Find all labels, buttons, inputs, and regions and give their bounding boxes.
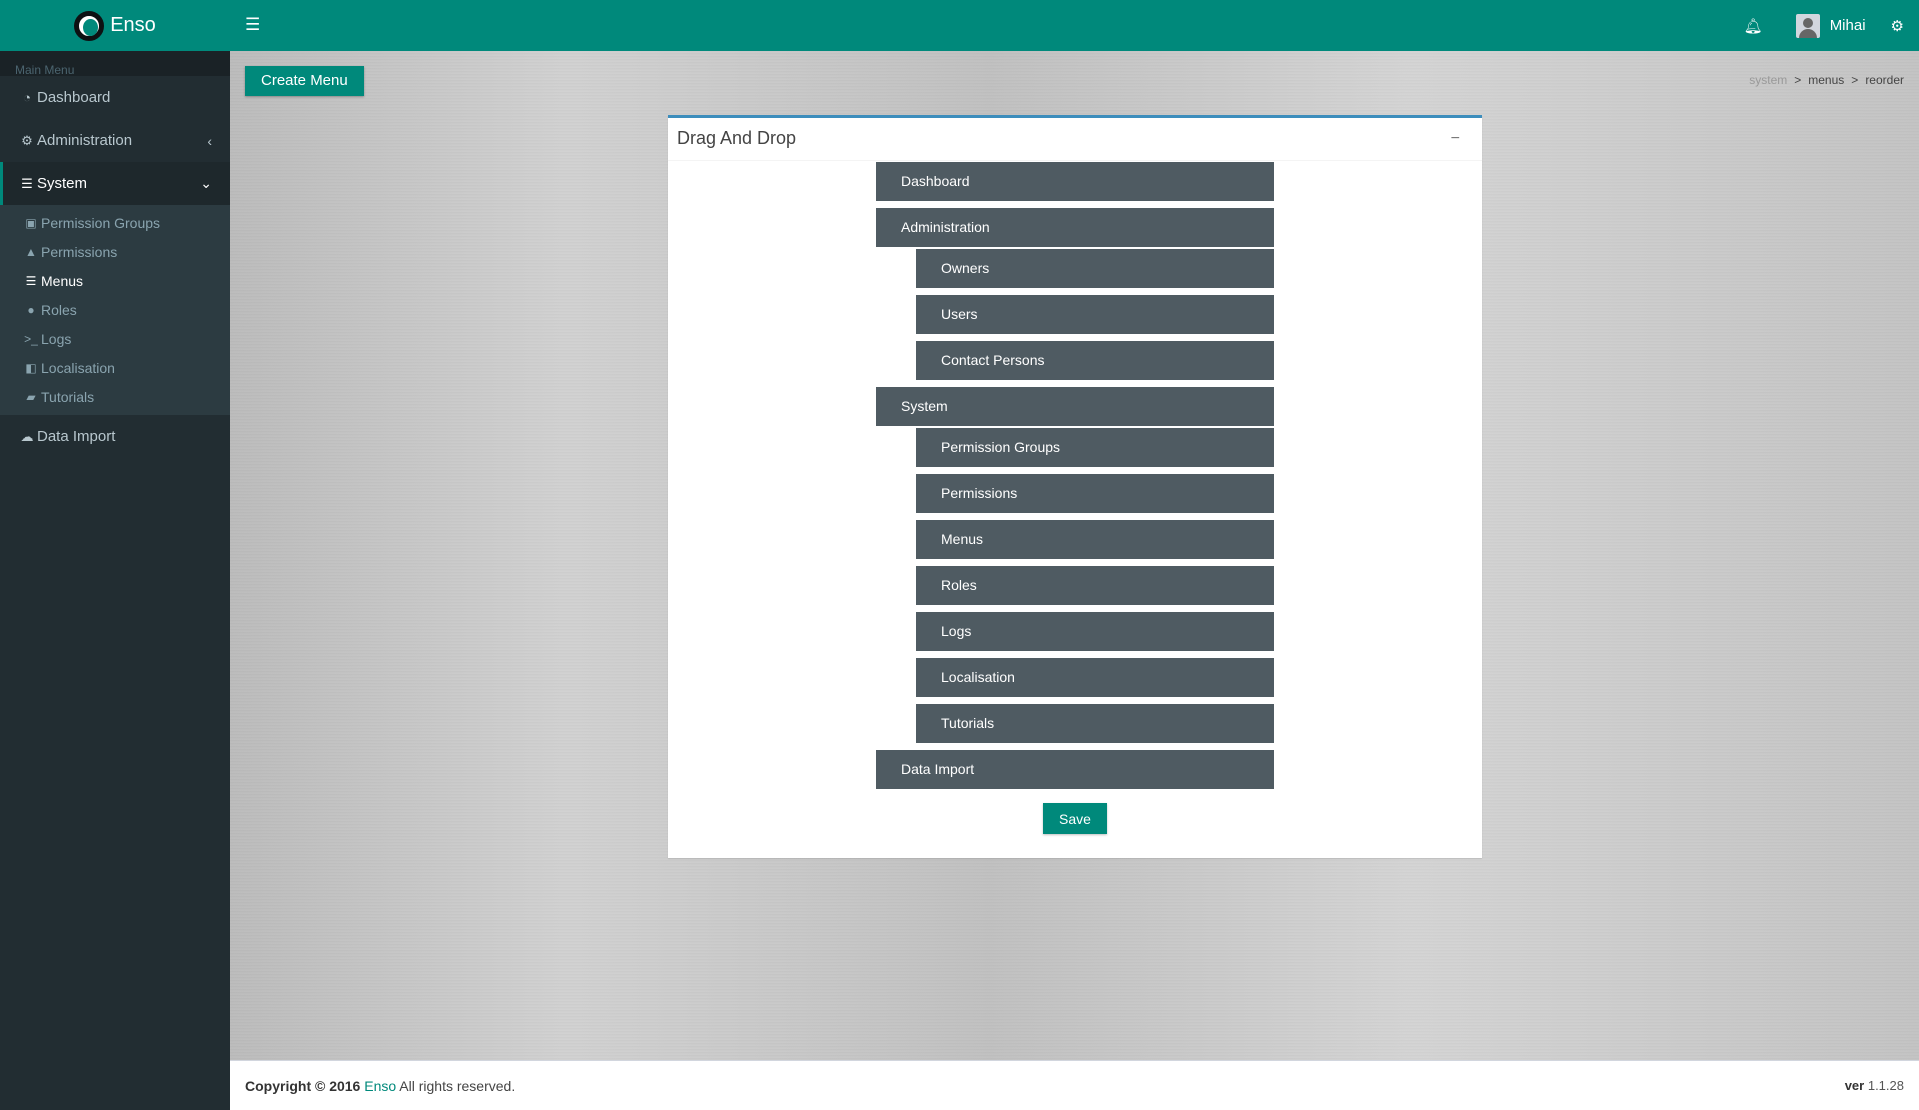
warning-icon: ▲: [25, 244, 37, 259]
breadcrumb: system > menus > reorder: [1749, 73, 1904, 87]
tree-node-contact-persons[interactable]: Contact Persons: [916, 341, 1274, 380]
tree-node-administration[interactable]: Administration: [876, 208, 1274, 247]
tree-node-permission-groups[interactable]: Permission Groups: [916, 428, 1274, 467]
box-header: Drag And Drop −: [668, 118, 1482, 161]
enso-logo-icon: [74, 10, 105, 41]
dashboard-icon: ◔: [23, 90, 31, 105]
collapse-icon[interactable]: −: [1451, 130, 1460, 148]
sidebar-item-label: Roles: [41, 301, 77, 318]
info-circle-icon: ●: [27, 302, 35, 317]
book-icon: ▰: [26, 389, 36, 404]
sidebar-item-label: Data Import: [37, 428, 116, 445]
main-menu-label: Main Menu: [0, 51, 230, 77]
sidebar-item-label: System: [37, 175, 88, 192]
settings-gears-icon[interactable]: ⚙: [1891, 17, 1904, 35]
sidebar-item-label: Logs: [41, 330, 72, 347]
tree-node-dashboard[interactable]: Dashboard: [876, 162, 1274, 201]
tree-node-logs[interactable]: Logs: [916, 612, 1274, 651]
terminal-icon: >_: [24, 331, 38, 346]
list-icon: ☰: [25, 273, 37, 288]
breadcrumb-item: reorder: [1865, 73, 1904, 87]
app-name: Enso: [110, 14, 156, 36]
tree-node-owners[interactable]: Owners: [916, 249, 1274, 288]
tree-node-system[interactable]: System: [876, 387, 1274, 426]
tree-node-localisation[interactable]: Localisation: [916, 658, 1274, 697]
sidebar-item-label: Permissions: [41, 243, 118, 260]
tree-node-roles[interactable]: Roles: [916, 566, 1274, 605]
user-name[interactable]: Mihai: [1830, 17, 1866, 34]
rights-text: All rights reserved.: [399, 1078, 516, 1094]
breadcrumb-separator: >: [1794, 73, 1802, 87]
breadcrumb-item[interactable]: menus: [1808, 73, 1844, 87]
sidebar-item-permission-groups[interactable]: ▣ Permission Groups: [0, 208, 230, 237]
copyright-text: Copyright © 2016: [245, 1078, 361, 1094]
content-area: Create Menu system > menus > reorder Drag An…: [230, 51, 1919, 1060]
version: ver 1.1.28: [1845, 1078, 1904, 1093]
copyright: Copyright © 2016 Enso All rights reserve…: [245, 1078, 515, 1094]
breadcrumb-separator: >: [1851, 73, 1859, 87]
tree-node-tutorials[interactable]: Tutorials: [916, 704, 1274, 743]
sidebar-item-dashboard[interactable]: ◔ Dashboard: [0, 76, 230, 119]
drag-drop-box: Drag And Drop − Dashboard Administration…: [668, 115, 1482, 858]
sidebar-item-logs[interactable]: >_ Logs: [0, 324, 230, 353]
footer: Copyright © 2016 Enso All rights reserve…: [230, 1060, 1919, 1110]
sidebar-item-label: Dashboard: [37, 89, 111, 106]
chevron-left-icon: ‹: [207, 132, 212, 149]
tree-node-data-import[interactable]: Data Import: [876, 750, 1274, 789]
sidebar-item-data-import[interactable]: ☁ Data Import: [0, 415, 230, 458]
language-icon: ◧: [25, 360, 37, 375]
hamburger-menu-icon[interactable]: ☰: [245, 15, 260, 35]
sliders-icon: ☰: [21, 175, 33, 191]
cloud-upload-icon: ☁: [20, 428, 34, 444]
sidebar-item-label: Localisation: [41, 359, 115, 376]
cogs-icon: ⚙: [21, 132, 33, 148]
sidebar-item-roles[interactable]: ● Roles: [0, 295, 230, 324]
header-right: 🔔︎ Mihai ⚙: [1744, 0, 1919, 51]
sidebar-item-label: Tutorials: [41, 388, 95, 405]
breadcrumb-item[interactable]: system: [1749, 73, 1787, 87]
version-number: 1.1.28: [1867, 1078, 1904, 1093]
sidebar-item-label: Menus: [41, 272, 84, 289]
sidebar-item-permissions[interactable]: ▲ Permissions: [0, 237, 230, 266]
sidebar: Enso Main Menu ◔ Dashboard ⚙ Administrat…: [0, 0, 230, 1110]
sidebar-item-label: Permission Groups: [41, 214, 161, 231]
tree-node-users[interactable]: Users: [916, 295, 1274, 334]
avatar[interactable]: [1795, 13, 1820, 38]
logo[interactable]: Enso: [0, 0, 230, 51]
tree-node-permissions[interactable]: Permissions: [916, 474, 1274, 513]
chevron-down-icon: ⌄: [200, 175, 212, 191]
sidebar-item-system[interactable]: ☰ System ⌄: [0, 162, 230, 205]
top-header: ☰ 🔔︎ Mihai ⚙: [230, 0, 1919, 51]
sidebar-item-menus[interactable]: ☰ Menus: [0, 266, 230, 295]
system-submenu: ▣ Permission Groups ▲ Permissions ☰ Menu…: [0, 205, 230, 415]
version-label: ver: [1844, 1078, 1865, 1093]
create-menu-button[interactable]: Create Menu: [245, 66, 364, 96]
footer-brand-link[interactable]: Enso: [364, 1078, 396, 1094]
sidebar-item-administration[interactable]: ⚙ Administration ‹: [0, 119, 230, 162]
sidebar-item-label: Administration: [37, 132, 133, 149]
save-button[interactable]: Save: [1043, 803, 1107, 834]
sidebar-item-localisation[interactable]: ◧ Localisation: [0, 353, 230, 382]
sidebar-item-tutorials[interactable]: ▰ Tutorials: [0, 382, 230, 411]
bell-icon[interactable]: 🔔︎: [1744, 17, 1763, 35]
tree-node-menus[interactable]: Menus: [916, 520, 1274, 559]
object-group-icon: ▣: [25, 215, 37, 230]
box-title: Drag And Drop: [677, 128, 797, 148]
